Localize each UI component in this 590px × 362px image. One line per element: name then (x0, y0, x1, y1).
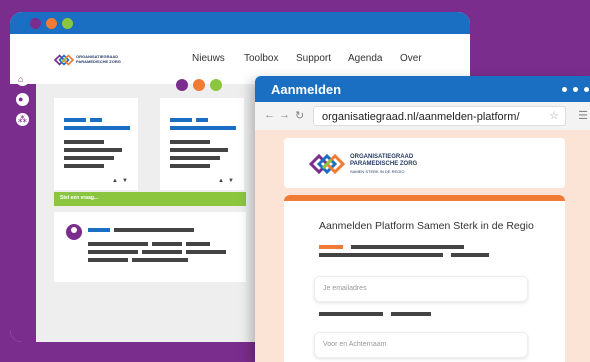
placeholder-line (64, 118, 86, 122)
placeholder-line (88, 242, 148, 246)
window-control-dot[interactable] (573, 87, 578, 92)
logo-card: ORGANISATIEGRAAD PARAMEDISCHE ZORG SAMEN… (284, 138, 565, 188)
decor-dot-purple (176, 79, 188, 91)
name-field[interactable]: Voor en Achternaam (314, 332, 528, 358)
nav-item-nieuws[interactable]: Nieuws (192, 53, 225, 64)
network-icon[interactable]: ⁂ (16, 113, 29, 126)
site-logo[interactable]: ORGANISATIEGRAAD PARAMEDISCHE ZORG (53, 52, 122, 68)
placeholder-line (170, 126, 236, 130)
nav-item-toolbox[interactable]: Toolbox (244, 53, 278, 64)
logo-text-line2: PARAMEDISCHE ZORG (350, 161, 418, 167)
placeholder-line (152, 242, 182, 246)
placeholder-line (451, 253, 489, 257)
placeholder-line (391, 312, 431, 316)
nav-item-over[interactable]: Over (400, 53, 422, 64)
address-bar-row: ← → ↻ organisatiegraad.nl/aanmelden-plat… (255, 102, 590, 130)
logo-text-line2: PARAMEDISCHE ZORG (76, 59, 121, 64)
placeholder-line (90, 118, 102, 122)
placeholder-line (186, 250, 226, 254)
content-card[interactable]: ▲ ▼ (54, 98, 138, 190)
content-card[interactable]: ▲ ▼ (160, 98, 244, 190)
url-input[interactable]: organisatiegraad.nl/aanmelden-platform/ … (313, 106, 566, 126)
thumbs-down-icon[interactable]: ▼ (122, 178, 128, 184)
forum-post[interactable] (54, 212, 246, 282)
front-window-titlebar: Aanmelden (255, 76, 590, 102)
decor-dot-orange (193, 79, 205, 91)
placeholder-line (170, 118, 192, 122)
front-browser-window: Aanmelden ← → ↻ organisatiegraad.nl/aanm… (255, 76, 590, 362)
logo-mark-icon (53, 54, 75, 66)
chat-icon[interactable]: ● (16, 93, 29, 106)
logo-mark-icon (309, 153, 345, 175)
menu-icon[interactable]: ☰ (578, 109, 588, 122)
placeholder-line (170, 156, 220, 160)
signup-form: Aanmelden Platform Samen Sterk in de Reg… (284, 195, 565, 362)
placeholder-line (170, 140, 210, 144)
placeholder-line (64, 140, 104, 144)
reload-icon[interactable]: ↻ (295, 109, 304, 122)
placeholder-line (170, 164, 210, 168)
ask-question-banner[interactable]: Stel een vraag... (54, 192, 246, 206)
sidebar: ⌂ ● ⁂ (10, 73, 36, 342)
window-dot-orange[interactable] (46, 18, 57, 29)
form-accent-bar (284, 195, 565, 201)
nav-item-agenda[interactable]: Agenda (348, 53, 382, 64)
placeholder-line (88, 228, 110, 232)
email-placeholder: Je emailadres (323, 285, 367, 292)
placeholder-line (170, 148, 228, 152)
placeholder-line (351, 245, 464, 249)
star-icon[interactable]: ☆ (549, 109, 559, 122)
form-title: Aanmelden Platform Samen Sterk in de Reg… (319, 220, 534, 232)
logo-text-line1: ORGANISATIEGRAAD (350, 154, 414, 160)
placeholder-line (64, 126, 130, 130)
nav-item-support[interactable]: Support (296, 53, 331, 64)
forward-arrow-icon[interactable]: → (279, 109, 290, 121)
placeholder-line (319, 312, 383, 316)
placeholder-line (114, 228, 194, 232)
placeholder-line (132, 258, 188, 262)
placeholder-line (64, 148, 122, 152)
window-control-dot[interactable] (562, 87, 567, 92)
placeholder-line (64, 156, 114, 160)
window-control-dot[interactable] (584, 87, 589, 92)
window-title: Aanmelden (271, 82, 342, 97)
placeholder-line (64, 164, 104, 168)
logo-tagline: SAMEN STERK IN DE REGIO (350, 169, 405, 174)
thumbs-up-icon[interactable]: ▲ (112, 178, 118, 184)
window-dot-purple[interactable] (30, 18, 41, 29)
back-window-titlebar (10, 12, 470, 34)
avatar[interactable] (66, 224, 82, 240)
placeholder-line (142, 250, 182, 254)
thumbs-up-icon[interactable]: ▲ (218, 178, 224, 184)
placeholder-line (88, 258, 128, 262)
placeholder-line (88, 250, 138, 254)
back-arrow-icon[interactable]: ← (264, 109, 275, 121)
signup-page: ORGANISATIEGRAAD PARAMEDISCHE ZORG SAMEN… (255, 130, 590, 362)
email-field[interactable]: Je emailadres (314, 276, 528, 302)
placeholder-line (196, 118, 208, 122)
placeholder-line (319, 245, 343, 249)
ask-question-text: Stel een vraag... (60, 195, 99, 201)
name-placeholder: Voor en Achternaam (323, 341, 387, 348)
placeholder-line (319, 253, 443, 257)
url-text: organisatiegraad.nl/aanmelden-platform/ (322, 111, 520, 123)
placeholder-line (186, 242, 210, 246)
decor-dot-green (210, 79, 222, 91)
thumbs-down-icon[interactable]: ▼ (228, 178, 234, 184)
home-icon[interactable]: ⌂ (16, 73, 29, 86)
window-dot-green[interactable] (62, 18, 73, 29)
